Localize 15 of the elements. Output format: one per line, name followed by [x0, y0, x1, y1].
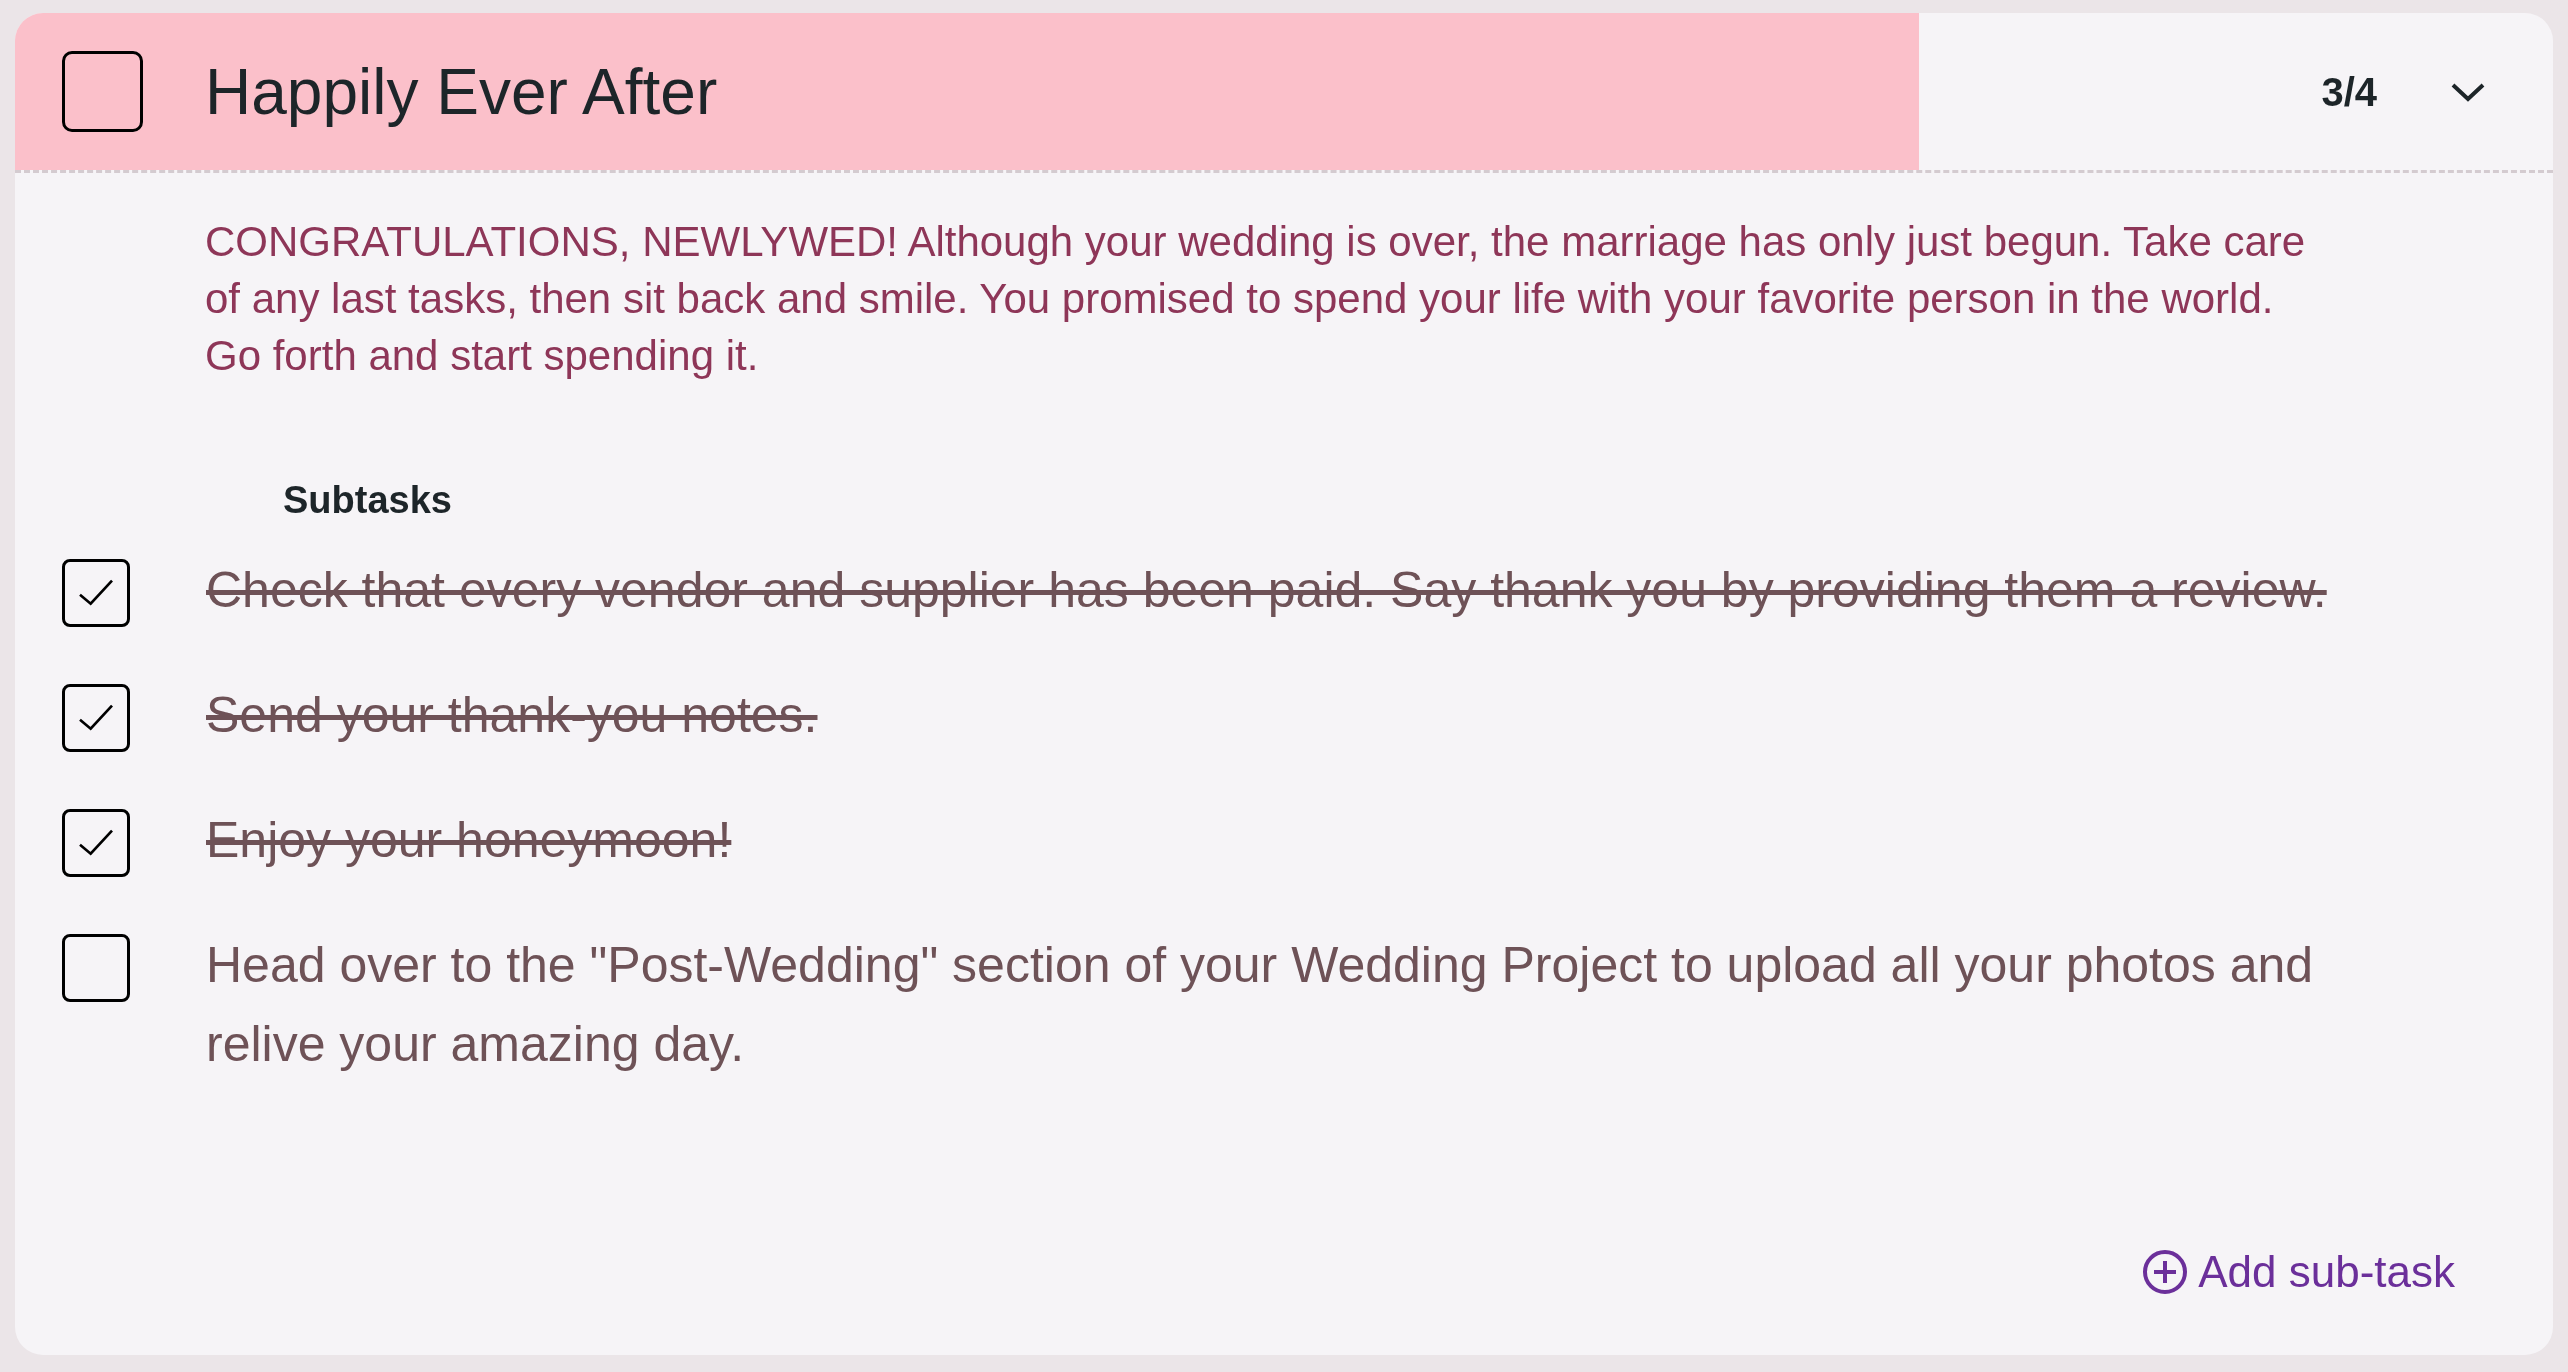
subtask-text: Send your thank-you notes.	[206, 686, 819, 745]
task-checkbox[interactable]	[62, 51, 143, 132]
add-subtask-button[interactable]: Add sub-task	[2142, 1239, 2455, 1305]
plus-circle-icon	[2142, 1249, 2189, 1295]
subtask-text: Enjoy your honeymoon!	[206, 811, 733, 870]
progress-count: 3/4	[2321, 68, 2377, 116]
subtask-text: Head over to the "Post-Wedding" section of your Wedding Project to upload all your photos and relive your amazing day.	[206, 936, 2315, 1074]
subtask-checkbox[interactable]	[62, 684, 130, 752]
subtask-checkbox[interactable]	[62, 934, 130, 1002]
subtask-text: Check that every vendor and supplier has been paid. Say thank you by providing them a review.	[206, 561, 2328, 620]
subtask-checkbox[interactable]	[62, 809, 130, 877]
subtask-checkbox[interactable]	[62, 559, 130, 627]
task-title: Happily Ever After	[205, 54, 718, 130]
subtasks-heading: Subtasks	[283, 478, 453, 523]
task-description: CONGRATULATIONS, NEWLYWED! Although your wedding is over, the marriage has only just begun. Take care of any last tasks, then sit back and smile. You promised to spend your life with your favorite person in the world. Go forth and start spending it.	[205, 217, 2307, 381]
